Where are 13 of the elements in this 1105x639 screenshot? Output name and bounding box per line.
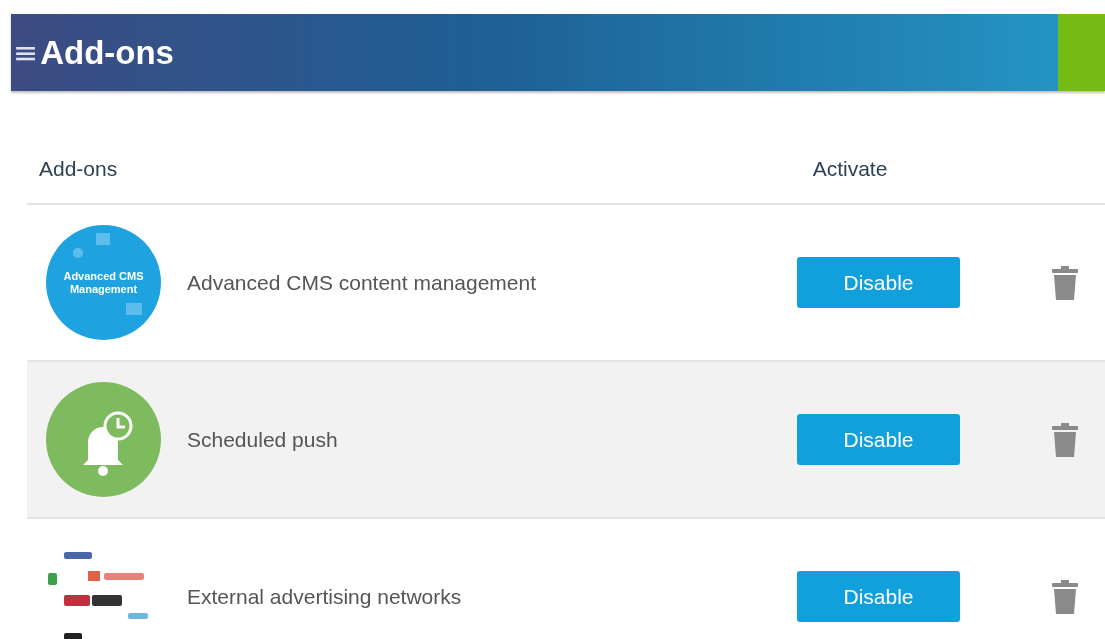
disable-button[interactable]: Disable bbox=[797, 414, 960, 465]
disable-button[interactable]: Disable bbox=[797, 257, 960, 308]
addon-name: Advanced CMS content management bbox=[186, 270, 538, 295]
column-header: Activate bbox=[811, 157, 889, 181]
addon-name: Scheduled push bbox=[186, 427, 339, 452]
page-title: Add-ons bbox=[40, 33, 174, 72]
addon-name: External advertising networks bbox=[186, 584, 463, 609]
cms-logo-icon: Advanced CMS Management bbox=[46, 225, 161, 340]
disable-button[interactable]: Disable bbox=[797, 571, 960, 622]
trash-icon[interactable] bbox=[1051, 422, 1078, 457]
column-header: Add-ons bbox=[38, 157, 119, 181]
trash-icon[interactable] bbox=[1051, 265, 1078, 300]
trash-icon[interactable] bbox=[1051, 579, 1078, 614]
